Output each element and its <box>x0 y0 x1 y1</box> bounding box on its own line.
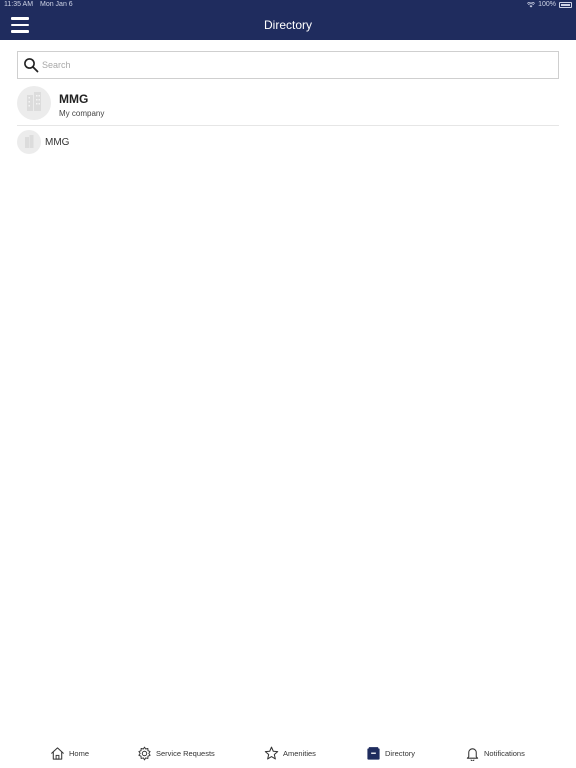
tab-notifications-label: Notifications <box>484 748 525 758</box>
home-icon <box>51 746 64 760</box>
page-title: Directory <box>263 18 312 32</box>
search-input[interactable] <box>42 55 542 75</box>
tab-service-requests-label: Service Requests <box>156 748 215 758</box>
search-icon <box>24 58 39 73</box>
directory-item-title: MMG <box>59 92 89 106</box>
wifi-icon <box>527 1 536 7</box>
status-indicators: 100% <box>527 1 572 8</box>
status-date: Mon Jan 6 <box>40 1 73 8</box>
directory-item-subtitle: My company <box>59 109 105 118</box>
app-header: 11:35 AM Mon Jan 6 100% Directory <box>0 0 576 40</box>
directory-item[interactable]: MMG <box>17 130 559 154</box>
item-avatar <box>17 130 41 154</box>
gear-icon <box>138 746 151 760</box>
tab-bar: Home Service Requests Amenities Director… <box>0 738 576 768</box>
directory-item-title: MMG <box>45 137 70 148</box>
tab-directory-label: Directory <box>385 748 416 758</box>
tab-amenities-label: Amenities <box>283 748 316 758</box>
search-box[interactable] <box>17 51 559 79</box>
bell-icon <box>466 747 479 761</box>
building-icon <box>25 135 34 148</box>
tab-service-requests[interactable]: Service Requests <box>137 744 215 762</box>
company-avatar <box>17 86 51 120</box>
tab-notifications[interactable]: Notifications <box>465 744 525 762</box>
tab-home-label: Home <box>69 748 90 758</box>
tab-home[interactable]: Home <box>50 744 89 762</box>
battery-percent: 100% <box>538 1 556 8</box>
directory-icon <box>367 746 380 760</box>
star-icon <box>264 746 279 759</box>
battery-icon <box>559 1 572 8</box>
directory-item-company[interactable]: MMG My company <box>17 86 559 126</box>
tab-amenities[interactable]: Amenities <box>264 744 316 762</box>
status-time: 11:35 AM <box>4 1 34 8</box>
status-bar: 11:35 AM Mon Jan 6 100% <box>0 0 576 11</box>
building-icon <box>27 92 41 111</box>
tab-directory[interactable]: Directory <box>366 744 415 762</box>
